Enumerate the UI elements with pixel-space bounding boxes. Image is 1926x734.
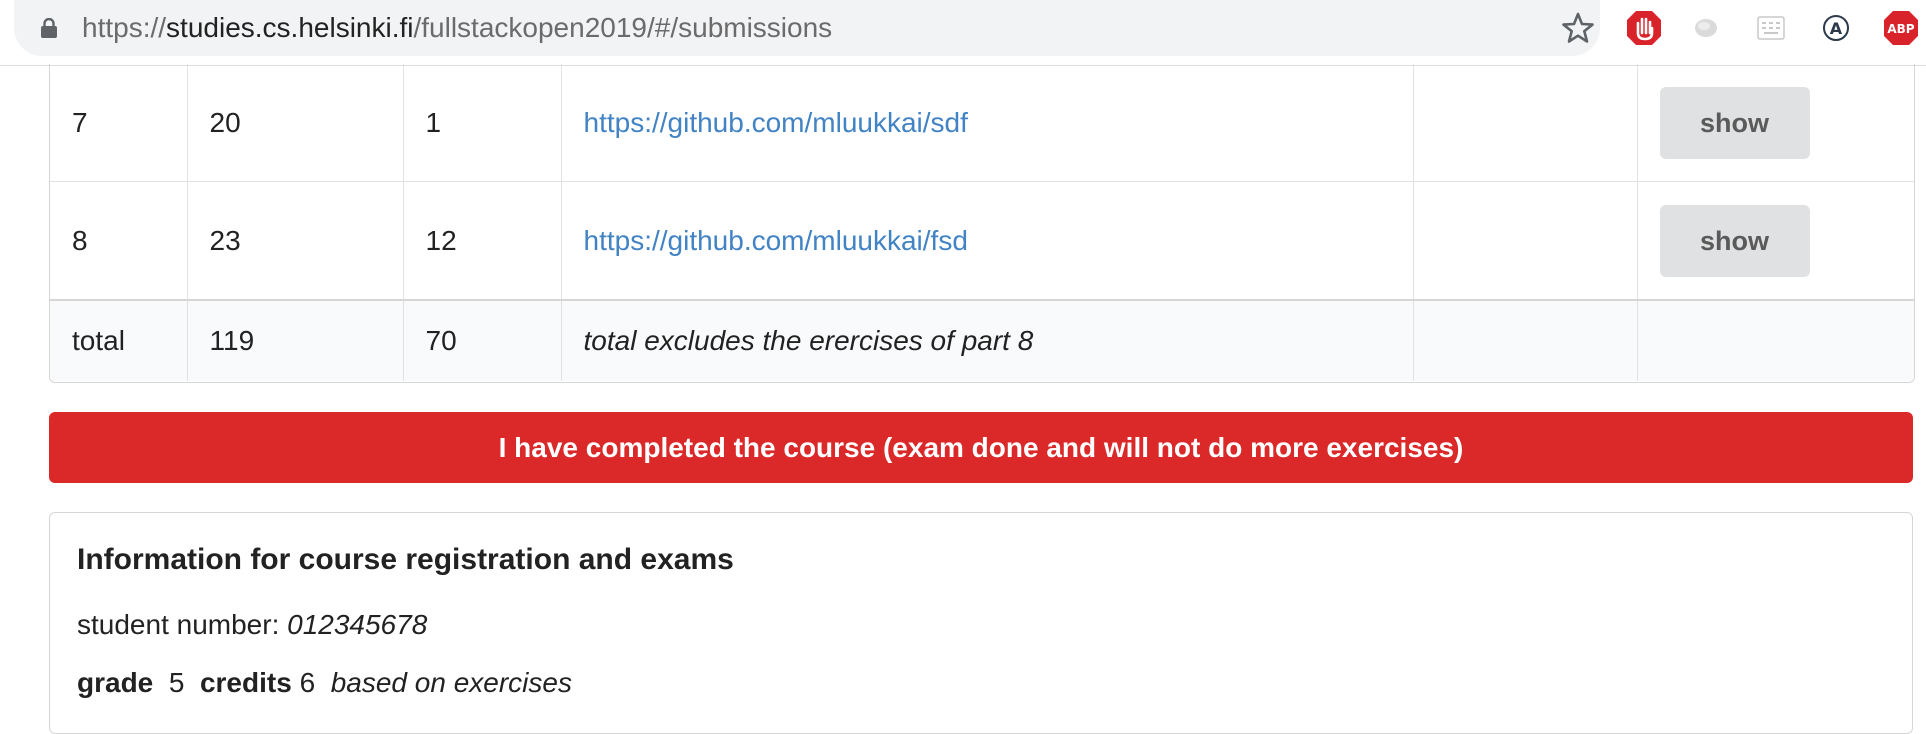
lock-icon	[41, 18, 57, 38]
svg-text:ABP: ABP	[1887, 22, 1914, 36]
student-number-label: student number:	[77, 609, 280, 640]
student-number-value: 012345678	[287, 609, 428, 640]
part-cell: 8	[50, 181, 188, 301]
show-button[interactable]: show	[1659, 204, 1810, 277]
total-label: total	[50, 300, 188, 381]
github-link[interactable]: https://github.com/mluukkai/fsd	[561, 181, 1414, 301]
exercises-cell: 20	[187, 64, 404, 182]
action-cell: show	[1637, 181, 1914, 301]
comment-cell	[1413, 181, 1638, 301]
show-button[interactable]: show	[1659, 86, 1810, 159]
credits-label: credits	[199, 667, 292, 698]
svg-text:A: A	[1830, 19, 1843, 38]
table-row: 7 20 1 https://github.com/mluukkai/sdf s…	[50, 64, 1914, 182]
browser-toolbar: https://studies.cs.helsinki.fi/fullstack…	[0, 0, 1926, 66]
keyboard-icon[interactable]	[1752, 9, 1790, 47]
adblock-plus-icon[interactable]: ABP	[1882, 9, 1920, 47]
part-cell: 7	[50, 64, 188, 182]
exercises-cell: 23	[187, 181, 404, 301]
grade-value: 5	[168, 667, 185, 698]
hours-cell: 1	[403, 64, 562, 182]
translate-icon[interactable]: A	[1817, 9, 1855, 47]
grade-basis: based on exercises	[330, 667, 572, 698]
hours-cell: 12	[403, 181, 562, 301]
student-number-line: student number: 012345678	[77, 609, 427, 641]
table-row: 8 23 12 https://github.com/mluukkai/fsd …	[50, 181, 1914, 301]
url-text[interactable]: https://studies.cs.helsinki.fi/fullstack…	[82, 10, 832, 46]
bookmark-star-icon[interactable]	[1560, 10, 1596, 46]
url-scheme: https://	[82, 12, 167, 43]
total-row: total 119 70 total excludes the erercise…	[50, 300, 1914, 381]
address-bar[interactable]: https://studies.cs.helsinki.fi/fullstack…	[14, 0, 1600, 56]
comment-cell	[1413, 64, 1638, 182]
puzzle-icon[interactable]	[1687, 9, 1725, 47]
github-link[interactable]: https://github.com/mluukkai/sdf	[561, 64, 1414, 182]
registration-info-panel: Information for course registration and …	[49, 512, 1913, 734]
url-host: studies.cs.helsinki.fi	[166, 12, 414, 43]
grade-line: grade 5 credits 6 based on exercises	[77, 667, 572, 699]
submissions-table: 7 20 1 https://github.com/mluukkai/sdf s…	[49, 64, 1915, 383]
total-note: total excludes the erercises of part 8	[561, 300, 1414, 381]
info-heading: Information for course registration and …	[77, 543, 734, 576]
empty-cell	[1637, 300, 1914, 381]
action-cell: show	[1637, 64, 1914, 182]
grade-label: grade	[77, 667, 154, 698]
stop-hand-icon[interactable]	[1625, 9, 1663, 47]
empty-cell	[1413, 300, 1638, 381]
complete-course-button[interactable]: I have completed the course (exam done a…	[49, 412, 1913, 483]
credits-value: 6	[299, 667, 316, 698]
total-exercises: 119	[187, 300, 404, 381]
url-path: /fullstackopen2019/#/submissions	[413, 12, 833, 43]
total-hours: 70	[403, 300, 562, 381]
